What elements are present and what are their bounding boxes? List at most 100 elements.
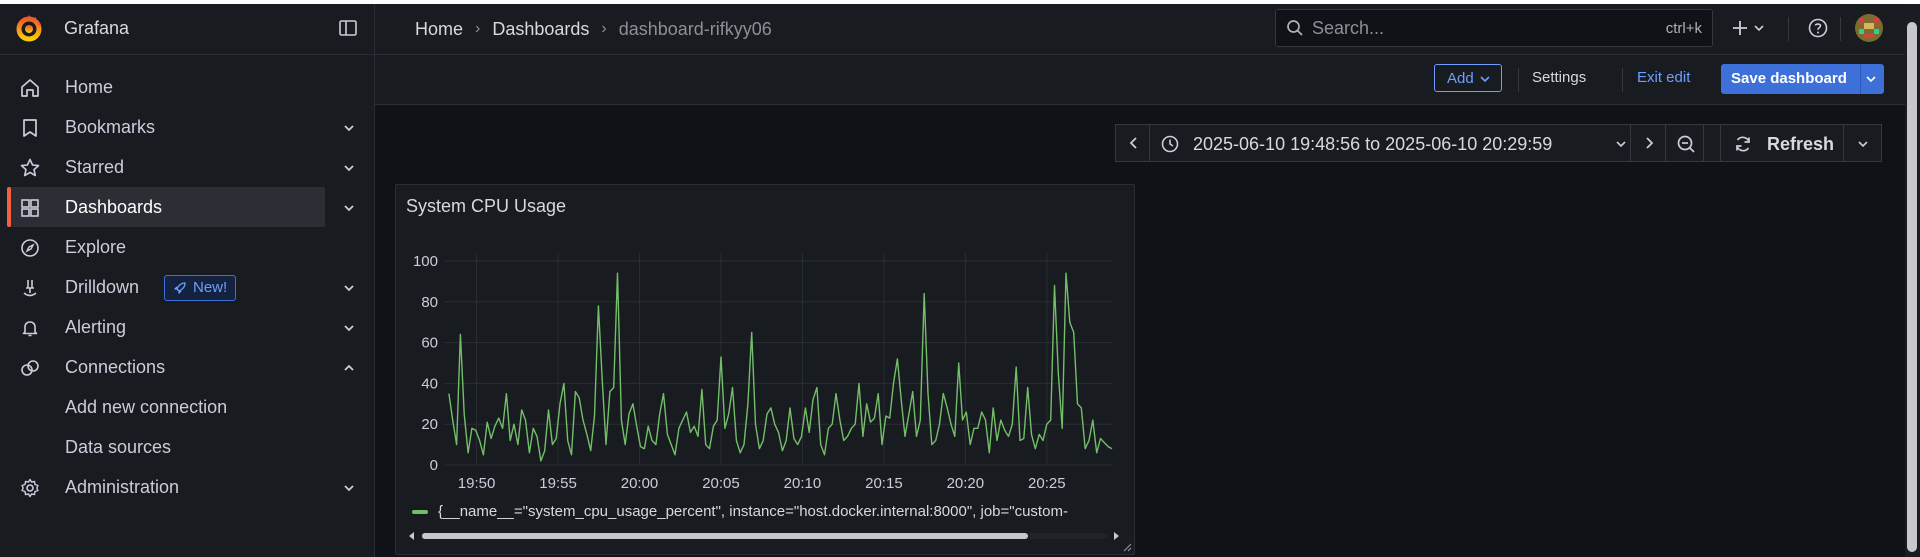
chevron-up-icon[interactable] <box>341 360 357 376</box>
chevron-down-icon <box>1858 141 1868 148</box>
chevron-left-icon <box>1129 137 1137 149</box>
search-icon <box>1287 20 1303 36</box>
sidebar-item-label: Dashboards <box>65 197 163 217</box>
resize-handle-icon[interactable] <box>1122 542 1132 552</box>
breadcrumb-dashboards[interactable]: Dashboards <box>492 19 589 40</box>
sidebar-item-add-new-connection[interactable]: Add new connection <box>0 387 374 427</box>
save-dashboard-button[interactable]: Save dashboard <box>1721 64 1884 94</box>
x-tick-label: 20:10 <box>784 475 822 492</box>
scroll-right-icon[interactable] <box>1112 532 1120 540</box>
y-tick-label: 20 <box>421 416 438 433</box>
sidebar-item-label: Drilldown <box>65 277 140 297</box>
refresh-icon <box>1736 136 1750 152</box>
divider <box>1788 17 1789 41</box>
breadcrumb-current: dashboard-rifkyy06 <box>618 18 772 39</box>
home-icon <box>21 79 39 97</box>
chevron-down-icon[interactable] <box>1865 73 1877 85</box>
refresh-interval-button[interactable] <box>1843 124 1882 162</box>
sidebar-item-administration[interactable]: Administration <box>0 467 374 507</box>
brand-header: Grafana <box>0 4 374 55</box>
y-tick-label: 40 <box>421 375 438 392</box>
help-icon[interactable] <box>1807 17 1829 39</box>
x-tick-label: 20:05 <box>702 475 740 492</box>
cpu-usage-chart[interactable]: 0 20 40 60 80 100 19:50 19:55 20:00 20:05 20:10 20:… <box>396 235 1134 500</box>
add-button[interactable]: Add <box>1434 64 1502 92</box>
chevron-down-icon[interactable] <box>341 120 357 136</box>
refresh-button[interactable]: Refresh <box>1720 124 1844 162</box>
search-placeholder: Search... <box>1312 18 1385 38</box>
time-back-button[interactable] <box>1115 124 1150 162</box>
active-item-background <box>7 187 325 227</box>
legend-swatch <box>412 510 428 515</box>
legend-label: {__name__="system_cpu_usage_percent", in… <box>438 503 1068 520</box>
sidebar-item-starred[interactable]: Starred <box>0 147 374 187</box>
sidebar-item-label: Administration <box>65 477 180 497</box>
chevron-down-icon[interactable] <box>341 280 357 296</box>
y-tick-label: 60 <box>421 335 438 352</box>
sidebar-item-drilldown[interactable]: Drilldown New! <box>0 267 374 307</box>
panel-title[interactable]: System CPU Usage <box>406 196 566 217</box>
zoom-out-button[interactable] <box>1665 124 1704 162</box>
chart-legend[interactable]: {__name__="system_cpu_usage_percent", in… <box>412 503 1122 523</box>
settings-button[interactable]: Settings <box>1522 64 1596 92</box>
top-bar: Home › Dashboards › dashboard-rifkyy06 Searc… <box>375 4 1920 55</box>
breadcrumb-separator-icon: › <box>601 20 607 38</box>
divider <box>1622 68 1623 92</box>
app-name: Grafana <box>64 18 130 38</box>
divider <box>1840 17 1841 41</box>
add-button-label: Add <box>1447 70 1474 87</box>
sidebar-item-connections[interactable]: Connections <box>0 347 374 387</box>
sidebar-nav: Home Bookmarks Starred Dashboards Explor… <box>0 67 374 507</box>
save-dashboard-label: Save dashboard <box>1731 70 1847 87</box>
bookmark-icon <box>23 119 37 137</box>
divider <box>1860 64 1861 94</box>
scrollbar-thumb[interactable] <box>422 533 1028 539</box>
sidebar-item-label: Data sources <box>65 437 172 457</box>
active-item-indicator <box>7 187 11 227</box>
x-tick-label: 20:15 <box>865 475 903 492</box>
star-icon <box>20 158 40 177</box>
sidebar-item-alerting[interactable]: Alerting <box>0 307 374 347</box>
breadcrumb-home[interactable]: Home <box>415 19 463 40</box>
sidebar-item-label: Explore <box>65 237 127 257</box>
sidebar-item-label: Starred <box>65 157 125 177</box>
chevron-down-icon <box>1616 141 1626 148</box>
scroll-left-icon[interactable] <box>408 532 416 540</box>
zoom-out-icon <box>1677 135 1695 153</box>
page-scrollbar-thumb[interactable] <box>1907 22 1917 552</box>
exit-edit-button[interactable]: Exit edit <box>1627 64 1700 92</box>
chevron-down-icon[interactable] <box>341 200 357 216</box>
drilldown-icon <box>23 280 37 297</box>
chevron-down-icon[interactable] <box>341 160 357 176</box>
chevron-down-icon[interactable] <box>341 320 357 336</box>
sidebar-item-explore[interactable]: Explore <box>0 227 374 267</box>
sidebar-item-home[interactable]: Home <box>0 67 374 107</box>
grafana-logo-icon[interactable] <box>14 14 44 44</box>
sidebar-item-label: Alerting <box>65 317 127 337</box>
y-tick-label: 100 <box>413 253 438 270</box>
sidebar-item-dashboards[interactable]: Dashboards <box>0 187 374 227</box>
chevron-down-icon[interactable] <box>341 480 357 496</box>
sidebar-item-label: Connections <box>65 357 166 377</box>
search-shortcut: ctrl+k <box>1665 20 1702 37</box>
breadcrumb: Home › Dashboards › dashboard-rifkyy06 <box>415 18 772 40</box>
breadcrumb-separator-icon: › <box>475 20 481 38</box>
sidebar-item-label: Bookmarks <box>65 117 156 137</box>
panel-system-cpu-usage[interactable]: System CPU Usage 0 20 40 60 80 100 19:50 19:55 2… <box>395 184 1135 555</box>
search-input[interactable]: Search... ctrl+k <box>1275 9 1713 47</box>
sidebar: Grafana Home Bookmarks Starred Dashboard… <box>0 4 375 557</box>
dock-menu-icon[interactable] <box>338 18 358 38</box>
legend-scrollbar[interactable] <box>408 530 1120 540</box>
new-badge-label: New! <box>193 279 228 296</box>
new-menu-plus-icon[interactable] <box>1731 16 1777 40</box>
dashboards-icon <box>21 199 39 217</box>
chevron-right-icon <box>1646 137 1654 149</box>
sidebar-item-label: Home <box>65 77 114 97</box>
sidebar-item-data-sources[interactable]: Data sources <box>0 427 374 467</box>
user-avatar[interactable] <box>1855 14 1883 42</box>
time-forward-button[interactable] <box>1630 124 1666 162</box>
y-tick-label: 0 <box>430 457 438 474</box>
x-tick-label: 19:55 <box>539 475 577 492</box>
sidebar-item-bookmarks[interactable]: Bookmarks <box>0 107 374 147</box>
clock-icon <box>1161 135 1179 153</box>
